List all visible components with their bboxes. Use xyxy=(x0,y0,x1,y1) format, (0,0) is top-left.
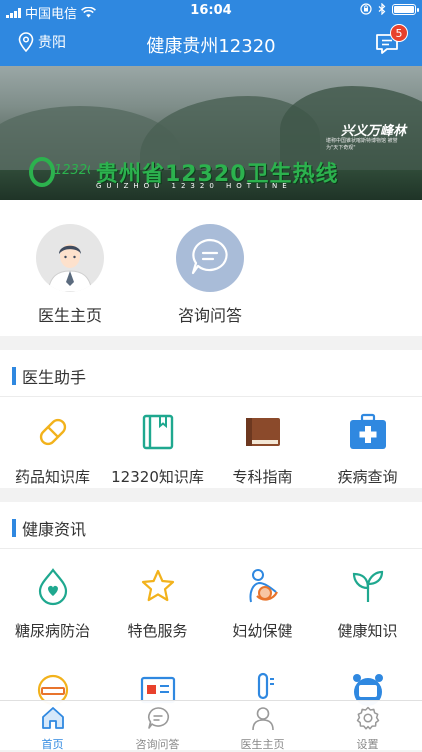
doctor-home-entry[interactable]: 医生主页 xyxy=(20,224,120,326)
chat-tab-icon xyxy=(145,705,171,731)
message-badge: 5 xyxy=(390,24,408,42)
page-title: 健康贵州12320 xyxy=(0,32,422,58)
banner-corner-note: 堪称中国锥状喀斯特博物馆 被誉为"天下奇观" xyxy=(326,138,406,152)
doctor-assistant-section: 医生助手 药品知识库 12320知识库 专科指南 xyxy=(0,350,422,488)
svg-text:12320: 12320 xyxy=(54,163,90,178)
book-icon xyxy=(138,412,178,452)
consult-qa-label: 咨询问答 xyxy=(160,302,260,326)
tab-settings[interactable]: 设置 xyxy=(315,705,420,752)
star-icon xyxy=(138,566,178,606)
tab-doctor[interactable]: 医生主页 xyxy=(210,705,315,752)
orientation-lock-icon xyxy=(360,3,372,15)
nav-bar: 贵阳 健康贵州12320 5 xyxy=(0,22,422,66)
hotline-logo-icon: 12320 xyxy=(28,154,90,188)
doctor-home-label: 医生主页 xyxy=(20,302,120,326)
status-time: 16:04 xyxy=(0,3,422,18)
special-service-item[interactable]: 特色服务 xyxy=(105,566,210,641)
section-heading: 健康资讯 xyxy=(12,516,86,540)
banner-corner-title: 兴义万峰林 xyxy=(341,120,406,139)
consult-qa-entry[interactable]: 咨询问答 xyxy=(160,224,260,326)
quick-entries: 医生主页 咨询问答 xyxy=(0,200,422,336)
health-knowledge-item[interactable]: 健康知识 xyxy=(315,566,420,641)
sprout-icon xyxy=(348,566,388,606)
section-heading: 医生助手 xyxy=(12,364,86,388)
disease-query-label: 疾病查询 xyxy=(315,466,420,487)
banner[interactable]: 兴义万峰林 堪称中国锥状喀斯特博物馆 被誉为"天下奇观" 12320 贵州省12… xyxy=(0,66,422,200)
specialty-guide-item[interactable]: 专科指南 xyxy=(210,412,315,487)
home-icon xyxy=(40,705,66,731)
health-news-section: 健康资讯 糖尿病防治 特色服务 妇幼保健 健康知识 xyxy=(0,502,422,700)
specialty-guide-label: 专科指南 xyxy=(210,466,315,487)
settings-tab-icon xyxy=(355,705,381,731)
health-knowledge-label: 健康知识 xyxy=(315,620,420,641)
chat-bubble-icon xyxy=(176,224,244,292)
status-bar: 中国电信 16:04 xyxy=(0,0,422,22)
battery-icon xyxy=(392,4,416,15)
doctor-avatar-icon xyxy=(36,224,104,292)
disease-query-item[interactable]: 疾病查询 xyxy=(315,412,420,487)
maternal-child-item[interactable]: 妇幼保健 xyxy=(210,566,315,641)
maternal-child-label: 妇幼保健 xyxy=(210,620,315,641)
drug-knowledge-item[interactable]: 药品知识库 xyxy=(0,412,105,487)
tab-consult[interactable]: 咨询问答 xyxy=(105,705,210,752)
tab-home[interactable]: 首页 xyxy=(0,705,105,752)
mother-baby-icon xyxy=(243,566,283,606)
special-service-label: 特色服务 xyxy=(105,620,210,641)
person-tab-icon xyxy=(250,705,276,731)
hotline-knowledge-item[interactable]: 12320知识库 xyxy=(105,412,210,487)
diabetes-label: 糖尿病防治 xyxy=(0,620,105,641)
banner-subline: GUIZHOU 12320 HOTLINE xyxy=(96,182,292,190)
status-right xyxy=(360,3,416,15)
diabetes-item[interactable]: 糖尿病防治 xyxy=(0,566,105,641)
hotline-knowledge-label: 12320知识库 xyxy=(105,466,210,487)
tab-bar: 首页 咨询问答 医生主页 设置 xyxy=(0,700,422,750)
drug-knowledge-label: 药品知识库 xyxy=(0,466,105,487)
drop-heart-icon xyxy=(33,566,73,606)
pill-icon xyxy=(33,412,73,452)
guide-book-icon xyxy=(243,412,283,452)
medical-kit-icon xyxy=(348,412,388,452)
bluetooth-icon xyxy=(378,3,386,15)
